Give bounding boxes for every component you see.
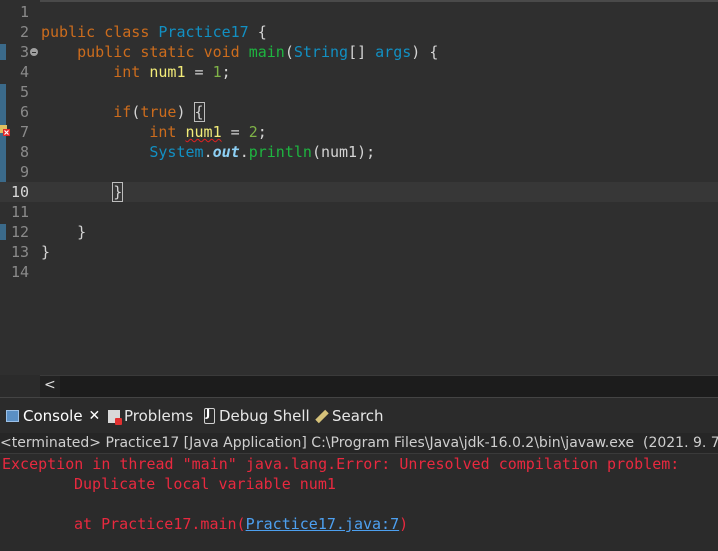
code-text: if(true) { <box>113 102 205 122</box>
tab-problems[interactable]: Problems <box>108 398 193 434</box>
horizontal-scrollbar[interactable]: < <box>40 375 718 397</box>
line-number: 5 <box>19 83 29 101</box>
line-number: 8 <box>19 143 29 161</box>
stack-trace-line: at Practice17.main(Practice17.java:7) <box>74 514 408 534</box>
code-text: System.out.println(num1); <box>149 143 376 161</box>
stack-trace-prefix: at Practice17.main( <box>74 515 246 533</box>
code-line[interactable]: 13} <box>0 242 718 262</box>
tab-debug-shell-label: Debug Shell <box>219 407 310 425</box>
line-number: 1 <box>19 3 29 21</box>
code-text: public static void main(String[] args) { <box>77 43 439 61</box>
code-editor[interactable]: 1 2 public class Practice17 {3 public stat… <box>0 0 718 375</box>
error-message: Exception in thread "main" java.lang.Err… <box>2 455 689 473</box>
text-caret <box>122 183 124 200</box>
line-number: 9 <box>19 163 29 181</box>
line-number: 10 <box>10 183 29 201</box>
line-number: 12 <box>10 223 29 241</box>
code-text: int num1 = 1; <box>113 63 231 81</box>
code-line[interactable]: 5 <box>0 82 718 102</box>
line-number: 14 <box>10 263 29 281</box>
stack-trace-suffix: ) <box>399 515 409 533</box>
console-status: <terminated> Practice17 [Java Applicatio… <box>0 433 718 454</box>
code-text: } <box>112 182 124 202</box>
line-number: 2 <box>19 23 29 41</box>
tab-search[interactable]: Search <box>314 398 384 434</box>
code-line[interactable]: 6 if(true) { <box>0 102 718 122</box>
line-number: 13 <box>10 243 29 261</box>
fold-toggle-icon[interactable] <box>30 48 38 56</box>
code-line[interactable]: 7 int num1 = 2; <box>0 122 718 142</box>
code-text: } <box>41 243 51 261</box>
code-line[interactable]: 14 <box>0 262 718 282</box>
console-output[interactable]: <terminated> Practice17 [Java Applicatio… <box>0 433 718 551</box>
code-text: int num1 = 2; <box>149 123 267 141</box>
code-line[interactable]: 4 int num1 = 1; <box>0 62 718 82</box>
tab-console[interactable]: Console ✕ <box>6 398 100 434</box>
code-line[interactable]: 11 <box>0 202 718 222</box>
console-icon <box>6 410 19 422</box>
search-icon <box>314 409 328 423</box>
code-line[interactable]: 2 public class Practice17 { <box>0 22 718 42</box>
code-line[interactable]: 8 System.out.println(num1); <box>0 142 718 162</box>
tab-search-label: Search <box>332 407 384 425</box>
line-number: 3 <box>19 43 29 61</box>
error-marker-icon[interactable] <box>0 124 10 136</box>
tab-console-label: Console <box>23 407 83 425</box>
debug-shell-icon <box>204 407 215 424</box>
line-number: 6 <box>19 103 29 121</box>
close-icon[interactable]: ✕ <box>89 408 101 424</box>
code-line[interactable]: 10 } <box>0 182 718 202</box>
problems-icon <box>108 409 122 425</box>
code-line[interactable]: 12 } <box>0 222 718 242</box>
line-number: 4 <box>19 63 29 81</box>
scroll-track[interactable] <box>60 376 718 397</box>
code-line[interactable]: 9 <box>0 162 718 182</box>
code-text: public class Practice17 { <box>41 23 267 41</box>
tab-problems-label: Problems <box>124 407 194 425</box>
line-number: 11 <box>10 203 29 221</box>
code-line[interactable]: 1 <box>0 2 718 22</box>
code-text: } <box>41 223 87 241</box>
scroll-left-arrow[interactable]: < <box>44 377 56 393</box>
code-line[interactable]: 3 public static void main(String[] args)… <box>0 42 718 62</box>
source-link[interactable]: Practice17.java:7 <box>246 515 400 533</box>
view-tab-bar: Console ✕ Problems Debug Shell Search <box>0 397 718 434</box>
error-detail: Duplicate local variable num1 <box>74 475 336 493</box>
tab-debug-shell[interactable]: Debug Shell <box>204 398 310 434</box>
